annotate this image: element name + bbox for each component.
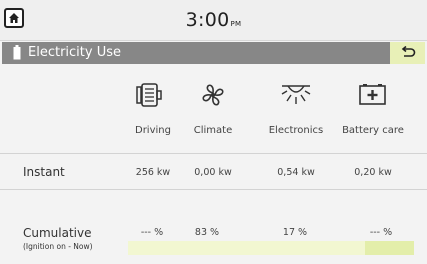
electricity-use-screen: 3:00PM Electricity Use Driving Climate E… <box>0 0 427 264</box>
back-arrow-icon <box>401 46 415 57</box>
title-bar: Electricity Use <box>2 42 425 64</box>
battery-plus-icon <box>359 84 386 105</box>
battery-icon <box>13 45 21 60</box>
cumulative-value-battery-care: --- % <box>369 227 393 238</box>
category-battery-care <box>333 82 413 108</box>
fan-icon <box>202 84 224 106</box>
cumulative-sublabel: (Ignition on - Now) <box>23 242 93 251</box>
page-title: Electricity Use <box>28 45 121 60</box>
instant-value-battery-care: 0,20 kw <box>354 167 392 178</box>
category-label-battery-care: Battery care <box>342 125 404 136</box>
back-button[interactable] <box>390 42 425 64</box>
clock: 3:00PM <box>0 9 427 31</box>
category-electronics <box>256 82 336 108</box>
clock-time: 3:00 <box>185 9 230 31</box>
instant-value-electronics: 0,54 kw <box>277 167 315 178</box>
category-climate <box>173 82 253 108</box>
cumulative-value-climate: 83 % <box>194 227 220 238</box>
cumulative-share-bar <box>128 241 414 255</box>
cumulative-label: Cumulative <box>23 226 92 240</box>
category-label-climate: Climate <box>193 125 233 136</box>
clock-ampm: PM <box>230 20 242 28</box>
category-label-electronics: Electronics <box>268 125 324 136</box>
instant-label: Instant <box>23 165 65 179</box>
status-bar: 3:00PM <box>0 0 427 41</box>
cumulative-value-electronics: 17 % <box>282 227 308 238</box>
divider <box>0 189 427 190</box>
divider <box>0 153 427 154</box>
motor-icon <box>136 83 162 107</box>
cumulative-share-electronics <box>365 241 414 255</box>
instant-value-climate: 0,00 kw <box>194 167 232 178</box>
light-icon <box>281 85 311 104</box>
